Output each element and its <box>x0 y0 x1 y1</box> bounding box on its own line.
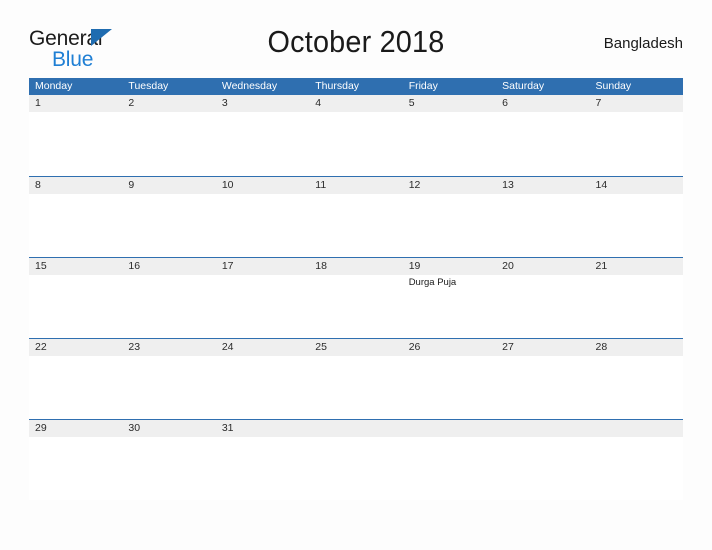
day-cell[interactable]: 29 <box>29 420 122 500</box>
day-number: 28 <box>595 341 608 353</box>
day-of-week-sunday: Sunday <box>595 80 632 92</box>
day-number: 29 <box>35 422 47 434</box>
calendar-week-row: 15 16 17 18 19 Durga Puja 20 21 <box>29 257 683 338</box>
day-number: 6 <box>502 97 508 109</box>
day-number: 11 <box>315 179 327 191</box>
day-number: 13 <box>502 179 514 191</box>
day-cell[interactable]: 1 <box>29 95 122 176</box>
day-number: 15 <box>35 260 47 272</box>
region-label: Bangladesh <box>603 35 683 52</box>
day-cell[interactable]: 9 <box>122 177 215 257</box>
day-number: 24 <box>221 341 234 353</box>
day-number: 8 <box>35 179 41 191</box>
day-number: 16 <box>128 260 141 272</box>
day-cell[interactable]: 14 <box>590 177 683 257</box>
day-number: 10 <box>221 179 234 191</box>
calendar-weeks: 1 2 3 4 5 6 7 8 9 10 11 12 13 14 15 16 17 18 19 Durga Puja 2… <box>29 95 683 500</box>
week-cells: 8 9 10 11 12 13 14 <box>29 177 683 257</box>
day-cell[interactable]: 26 <box>403 339 496 419</box>
day-number: 4 <box>315 97 322 109</box>
day-cell[interactable]: 20 <box>496 258 589 338</box>
day-number: 9 <box>128 179 135 191</box>
day-number: 7 <box>595 97 602 109</box>
calendar-week-row: 22 23 24 25 26 27 28 <box>29 338 683 419</box>
day-of-week-tuesday: Tuesday <box>128 80 169 92</box>
day-number: 21 <box>595 260 608 272</box>
day-cell[interactable]: 3 <box>216 95 309 176</box>
day-cell[interactable]: 2 <box>122 95 215 176</box>
calendar-week-row: 1 2 3 4 5 6 7 <box>29 95 683 176</box>
day-of-week-monday: Monday <box>35 80 73 92</box>
day-number <box>315 420 402 437</box>
day-number: 14 <box>595 179 608 191</box>
day-number: 18 <box>315 260 327 272</box>
calendar-page: General Blue October 2018 Bangladesh Mon… <box>0 0 712 550</box>
day-number: 17 <box>221 260 234 272</box>
day-number: 22 <box>35 341 47 353</box>
day-number: 2 <box>128 97 135 109</box>
day-cell[interactable]: 18 <box>309 258 402 338</box>
day-cell[interactable]: 7 <box>590 95 683 176</box>
day-number: 30 <box>128 422 141 434</box>
day-cell[interactable]: 27 <box>496 339 589 419</box>
day-cell[interactable]: 15 <box>29 258 122 338</box>
day-number <box>596 420 683 437</box>
day-cell[interactable]: 16 <box>122 258 215 338</box>
day-number: 5 <box>408 97 415 109</box>
day-cell[interactable]: 17 <box>216 258 309 338</box>
day-cell-empty <box>590 420 683 500</box>
day-number: 26 <box>408 341 421 353</box>
day-of-week-friday: Friday <box>408 80 438 92</box>
day-number <box>409 420 496 437</box>
day-number: 1 <box>35 97 41 109</box>
day-cell[interactable]: 12 <box>403 177 496 257</box>
day-cell-empty <box>403 420 496 500</box>
week-cells: 22 23 24 25 26 27 28 <box>29 339 683 419</box>
calendar-week-row: 29 30 31 <box>29 419 683 500</box>
page-title: October 2018 <box>267 24 445 59</box>
page-header: General Blue October 2018 Bangladesh <box>29 24 683 72</box>
day-cell[interactable]: 25 <box>309 339 402 419</box>
calendar-grid: Monday Tuesday Wednesday Thursday Friday Satu… <box>29 78 683 500</box>
day-cell[interactable]: 30 <box>122 420 215 500</box>
day-number: 3 <box>221 97 228 109</box>
day-cell[interactable]: 24 <box>216 339 309 419</box>
day-cell-empty <box>309 420 402 500</box>
day-number: 27 <box>502 341 514 353</box>
day-cell[interactable]: 31 <box>216 420 309 500</box>
day-cell[interactable]: 23 <box>122 339 215 419</box>
day-cell[interactable]: 10 <box>216 177 309 257</box>
week-cells: 15 16 17 18 19 Durga Puja 20 21 <box>29 258 683 338</box>
day-of-week-thursday: Thursday <box>315 80 360 92</box>
day-cell-empty <box>496 420 589 500</box>
calendar-week-row: 8 9 10 11 12 13 14 <box>29 176 683 257</box>
day-cell[interactable]: 8 <box>29 177 122 257</box>
day-cell[interactable]: 11 <box>309 177 402 257</box>
day-number <box>502 420 589 437</box>
day-of-week-saturday: Saturday <box>502 80 545 92</box>
day-number: 31 <box>221 422 234 434</box>
day-cell[interactable]: 4 <box>309 95 402 176</box>
week-cells: 1 2 3 4 5 6 7 <box>29 95 683 176</box>
day-cell[interactable]: 21 <box>590 258 683 338</box>
day-number: 12 <box>408 179 421 191</box>
day-cell[interactable]: 6 <box>496 95 589 176</box>
holiday-label: Durga Puja <box>408 277 457 288</box>
week-cells: 29 30 31 <box>29 420 683 500</box>
day-cell[interactable]: 5 <box>403 95 496 176</box>
day-number: 19 <box>408 260 421 272</box>
day-cell[interactable]: 28 <box>590 339 683 419</box>
day-of-week-wednesday: Wednesday <box>221 80 278 92</box>
day-cell[interactable]: 13 <box>496 177 589 257</box>
day-cell[interactable]: 22 <box>29 339 122 419</box>
day-number: 25 <box>315 341 327 353</box>
day-number: 23 <box>128 341 141 353</box>
day-number: 20 <box>502 260 514 272</box>
day-cell[interactable]: 19 Durga Puja <box>403 258 496 338</box>
day-of-week-header: Monday Tuesday Wednesday Thursday Friday Satu… <box>29 78 683 95</box>
